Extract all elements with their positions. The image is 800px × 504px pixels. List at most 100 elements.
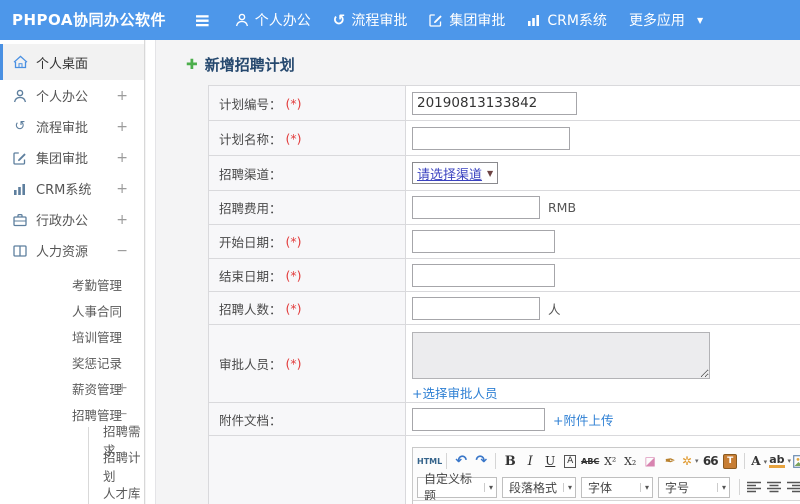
topnav-label: 流程审批 — [351, 13, 408, 29]
custom-title-dropdown[interactable]: 自定义标题 ▾ — [417, 472, 497, 503]
sidebar-label: 考勤管理 — [72, 277, 123, 293]
expand-icon[interactable]: + — [116, 212, 128, 228]
expand-icon[interactable]: + — [116, 150, 128, 166]
sidebar-item-admin-office[interactable]: 行政办公 + — [0, 204, 144, 235]
bold-button[interactable]: B — [500, 451, 520, 471]
blockquote-button[interactable]: 66 — [700, 451, 720, 471]
collapse-icon[interactable]: − — [116, 243, 128, 259]
currency-suffix: RMB — [548, 200, 577, 215]
attachment-input[interactable] — [412, 407, 545, 431]
start-date-input[interactable] — [412, 230, 555, 253]
sidebar-item-workflow-approval[interactable]: ↺ 流程审批 + — [0, 111, 144, 142]
expand-icon[interactable]: + — [116, 380, 128, 396]
topnav-item-group-approval[interactable]: 集团审批 — [429, 10, 505, 30]
form-row-headcount: 招聘人数： (*) 人 — [209, 292, 800, 325]
topbar: PHPOA协同办公软件 ≡ 个人办公 ↺ 流程审批 集团审批 CRM系统 更多应… — [0, 0, 800, 40]
editor-toolbar-row2: 自定义标题 ▾ 段落格式 ▾ 字体 ▾ 字号 ▾ — [413, 472, 800, 503]
required-mark: (*) — [285, 300, 302, 316]
bar-chart-icon — [527, 13, 541, 27]
superscript-button[interactable]: X² — [600, 451, 620, 471]
sidebar-item-recruitment[interactable]: 招聘管理 − — [0, 401, 144, 427]
redo-icon[interactable]: ↷ — [471, 451, 491, 471]
topnav-item-workflow-approval[interactable]: ↺ 流程审批 — [333, 10, 408, 30]
collapse-icon[interactable]: − — [116, 406, 128, 422]
autotypeset-icon[interactable]: ✲ ▾ — [680, 451, 700, 471]
expand-icon[interactable]: + — [116, 88, 128, 104]
topnav-label: 更多应用 — [628, 13, 685, 29]
paintbrush-icon[interactable]: ✒ — [660, 451, 680, 471]
edit-icon — [12, 151, 28, 165]
dropdown-arrow-icon: ▾ — [716, 482, 726, 492]
undo-icon[interactable]: ↶ — [451, 451, 471, 471]
sidebar-hr-submenu: 考勤管理 人事合同 培训管理 奖惩记录 薪资管理 + 招聘管理 − 招聘需求 招聘计… — [0, 271, 144, 504]
subscript-button[interactable]: X₂ — [620, 451, 640, 471]
paste-icon[interactable]: T — [723, 453, 738, 469]
sidebar-item-training[interactable]: 培训管理 — [0, 323, 144, 349]
expand-icon[interactable]: + — [116, 119, 128, 135]
strikethrough-button[interactable]: ABC — [580, 451, 600, 471]
sidebar-label: 集团审批 — [36, 152, 89, 167]
image-icon[interactable] — [791, 451, 800, 471]
sidebar-item-personal-office[interactable]: 个人办公 + — [0, 80, 144, 111]
dropdown-arrow-icon: ▾ — [562, 482, 572, 492]
form-row-attachment: 附件文档： +附件上传 — [209, 403, 800, 436]
underline-button[interactable]: U — [540, 451, 560, 471]
font-color-button[interactable]: A ▾ — [749, 451, 769, 471]
cost-input[interactable] — [412, 196, 540, 219]
sidebar-item-salary[interactable]: 薪资管理 + — [0, 375, 144, 401]
required-mark: (*) — [285, 234, 302, 249]
sidebar-item-personal-desktop[interactable]: 个人桌面 — [0, 44, 144, 80]
sidebar-item-rewards[interactable]: 奖惩记录 — [0, 349, 144, 375]
field-label: 招聘费用： — [209, 191, 406, 224]
hamburger-menu-icon[interactable]: ≡ — [194, 10, 211, 30]
required-mark: (*) — [285, 267, 302, 283]
topnav-item-more-apps[interactable]: 更多应用 ▼ — [629, 10, 703, 30]
end-date-input[interactable] — [412, 263, 555, 287]
autoformat-button[interactable]: A — [564, 454, 577, 468]
font-family-dropdown[interactable]: 字体 ▾ — [581, 476, 653, 498]
person-icon — [235, 13, 249, 27]
topnav-label: 集团审批 — [449, 13, 506, 29]
sidebar-item-group-approval[interactable]: 集团审批 + — [0, 142, 144, 173]
sidebar-label: 个人桌面 — [36, 56, 89, 72]
sidebar-item-recruit-plan[interactable]: 招聘计划 — [89, 450, 144, 484]
sidebar-item-talent-pool[interactable]: 人才库 — [89, 479, 144, 504]
sidebar-item-crm[interactable]: CRM系统 + — [0, 173, 144, 204]
editor-content-area[interactable] — [413, 500, 800, 504]
headcount-input[interactable] — [412, 296, 540, 320]
sidebar-item-hr-contract[interactable]: 人事合同 — [0, 297, 144, 323]
expand-icon[interactable]: + — [116, 181, 128, 197]
sidebar-gutter — [146, 40, 156, 504]
font-size-dropdown[interactable]: 字号 ▾ — [658, 476, 730, 498]
workflow-icon: ↺ — [14, 119, 26, 134]
page-title-text: 新增招聘计划 — [204, 56, 295, 74]
sidebar-label: 人事合同 — [72, 303, 123, 319]
field-label: 招聘人数： (*) — [209, 292, 406, 324]
html-source-button[interactable]: HTML — [417, 451, 442, 471]
plan-name-input[interactable] — [412, 126, 570, 150]
form-row-plan-name: 计划名称： (*) — [209, 121, 800, 156]
align-center-icon[interactable] — [764, 477, 784, 497]
align-left-icon[interactable] — [744, 477, 764, 497]
toolbar-separator — [446, 453, 448, 469]
attachment-upload-link[interactable]: +附件上传 — [553, 410, 613, 429]
eraser-icon[interactable]: ◪ — [640, 451, 660, 471]
align-right-icon[interactable] — [784, 477, 800, 497]
paragraph-format-dropdown[interactable]: 段落格式 ▾ — [502, 476, 576, 498]
topnav: ≡ 个人办公 ↺ 流程审批 集团审批 CRM系统 更多应用 ▼ — [194, 0, 703, 40]
field-label: 计划名称： (*) — [209, 121, 406, 155]
dropdown-arrow-icon: ▾ — [483, 482, 493, 492]
plan-number-input[interactable] — [412, 91, 577, 115]
italic-button[interactable]: I — [520, 451, 540, 471]
highlight-color-button[interactable]: ab ▾ — [769, 451, 791, 471]
sidebar-item-hr[interactable]: 人力资源 − — [0, 235, 144, 266]
channel-select[interactable]: 请选择渠道 ▼ — [412, 162, 499, 184]
approvers-textarea[interactable] — [412, 332, 710, 379]
form-row-channel: 招聘渠道： 请选择渠道 ▼ — [209, 156, 800, 191]
topnav-item-crm[interactable]: CRM系统 — [527, 10, 607, 30]
choose-approvers-link[interactable]: +选择审批人员 — [412, 383, 497, 402]
rich-text-editor: HTML ↶ ↷ B I U A ABC X² X₂ ◪ ✒ ✲ ▾ 66 T … — [412, 447, 800, 504]
required-mark: (*) — [285, 356, 302, 371]
sidebar-item-attendance[interactable]: 考勤管理 — [0, 271, 144, 297]
topnav-item-personal-office[interactable]: 个人办公 — [235, 10, 311, 30]
